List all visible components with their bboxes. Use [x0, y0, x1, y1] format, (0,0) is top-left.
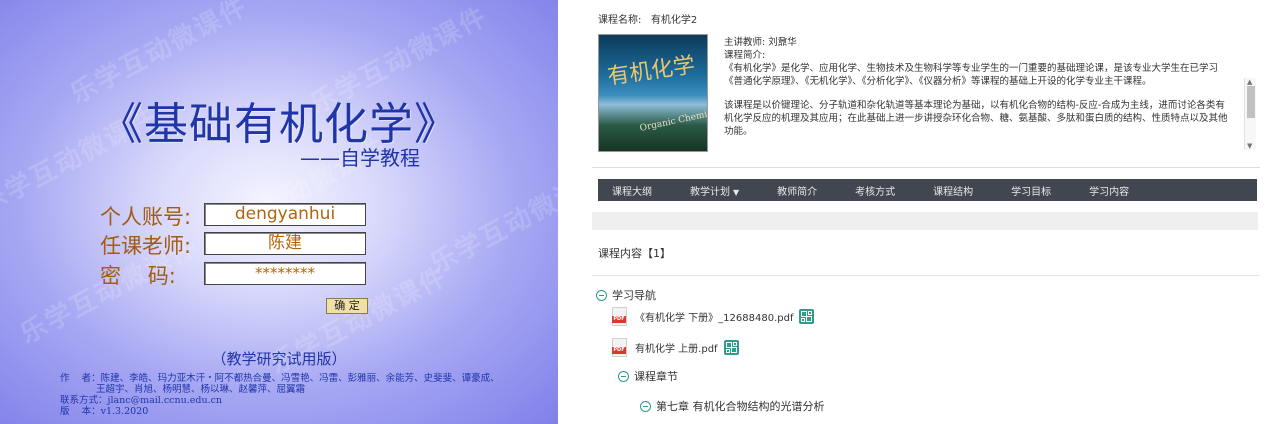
confirm-button[interactable]: 确 定: [326, 298, 368, 314]
file-name[interactable]: 有机化学 上册.pdf: [635, 340, 718, 355]
collapse-icon[interactable]: [618, 370, 629, 382]
qr-code-icon[interactable]: [723, 340, 739, 355]
intro-scrollbar[interactable]: ▲ ▼: [1244, 78, 1256, 150]
login-splash-panel: 乐学互动微课件 乐学互动微课件 乐学互动微课件 乐学互动微课件 乐学互动微课件 …: [0, 0, 558, 424]
authors-line: 作 者：陈建、李皓、玛力亚木汗・阿不都热合曼、冯雪艳、冯雷、彭雅丽、余能芳、史斐…: [60, 373, 500, 384]
course-info: 主讲教师: 刘鼐华 课程简介: 《有机化学》是化学、应用化学、生物技术及生物科学…: [724, 36, 1256, 150]
nav-tab-teacher-intro[interactable]: 教师简介: [777, 183, 817, 198]
qr-code-icon[interactable]: [799, 309, 815, 324]
authors-line: 王超宇、肖旭、杨明慧、杨以琳、赵馨萍、屈翼霜: [96, 384, 306, 395]
divider: [592, 275, 1260, 276]
nav-tab-outline[interactable]: 课程大纲: [612, 183, 652, 198]
teacher-label: 主讲教师:: [724, 37, 766, 48]
course-name: 课程名称: 有机化学2: [598, 11, 697, 26]
nav-tab-objectives[interactable]: 学习目标: [1011, 183, 1051, 198]
nav-tab-assessment[interactable]: 考核方式: [855, 183, 895, 198]
course-main-title: 《基础有机化学》: [99, 99, 459, 150]
teacher-label: 任课老师:: [100, 234, 192, 258]
cover-title-en: Organic Chemistry: [638, 106, 708, 134]
nav-tab-content[interactable]: 学习内容: [1089, 183, 1129, 198]
password-label: 密 码:: [100, 264, 176, 288]
cover-title-cn: 有机化学: [606, 52, 697, 90]
course-name-value: 有机化学2: [650, 15, 698, 26]
pdf-file-icon: PDF: [612, 338, 627, 357]
pdf-file-icon: PDF: [612, 307, 627, 326]
watermark-text: 乐学互动微课件: [425, 161, 558, 280]
intro-paragraph: 《有机化学》是化学、应用化学、生物技术及生物科学等专业学生的一门重要的基础理论课…: [724, 63, 1219, 87]
collapse-icon[interactable]: [640, 400, 651, 412]
intro-label: 课程简介:: [724, 50, 766, 61]
course-page: 课程名称: 有机化学2 有机化学 Organic Chemistry 主讲教师:…: [590, 0, 1269, 424]
divider: [592, 167, 1260, 168]
teacher-line: 主讲教师: 刘鼐华: [724, 36, 1256, 49]
password-input[interactable]: ********: [204, 262, 366, 285]
tree-node-label: 学习导航: [612, 289, 656, 302]
course-name-label: 课程名称:: [598, 15, 642, 26]
edition-label: （教学研究试用版）: [211, 350, 347, 368]
scroll-thumb[interactable]: [1247, 86, 1255, 118]
nav-tab-structure[interactable]: 课程结构: [933, 183, 973, 198]
scroll-down-icon[interactable]: ▼: [1247, 142, 1252, 150]
account-input[interactable]: dengyanhui: [204, 203, 366, 226]
collapse-icon[interactable]: [596, 289, 607, 301]
intro-paragraph: 该课程是以价键理论、分子轨道和杂化轨道等基本理论为基础，以有机化合物的结构-反应…: [724, 100, 1228, 137]
nav-tab-label: 教学计划: [690, 186, 730, 198]
nav-tab-teaching-plan[interactable]: 教学计划 ▼: [690, 183, 739, 198]
toolbar-strip: [592, 212, 1258, 230]
tree-node-guide[interactable]: 学习导航: [596, 287, 656, 303]
contact-line: 联系方式：jlanc@mail.ccnu.edu.cn: [60, 395, 223, 406]
tree-node-chapters[interactable]: 课程章节: [618, 368, 678, 384]
file-name[interactable]: 《有机化学 下册》_12688480.pdf: [635, 309, 793, 324]
file-item-pdf[interactable]: PDF 有机化学 上册.pdf: [612, 338, 739, 357]
course-cover-image: 有机化学 Organic Chemistry: [598, 34, 708, 152]
tree-node-label: 课程章节: [634, 370, 678, 383]
teacher-input[interactable]: 陈建: [204, 232, 366, 255]
tree-node-chapter7[interactable]: 第七章 有机化合物结构的光谱分析: [640, 398, 825, 414]
file-item-pdf[interactable]: PDF 《有机化学 下册》_12688480.pdf: [612, 307, 815, 326]
tree-node-label: 第七章 有机化合物结构的光谱分析: [656, 400, 825, 413]
version-line: 版 本：v1.3.2020: [60, 406, 149, 417]
account-label: 个人账号:: [100, 205, 192, 229]
course-nav-bar: 课程大纲 教学计划 ▼ 教师简介 考核方式 课程结构 学习目标 学习内容: [598, 179, 1257, 201]
caret-down-icon: ▼: [733, 187, 740, 197]
scroll-up-icon[interactable]: ▲: [1247, 78, 1252, 86]
teacher-value: 刘鼐华: [768, 37, 797, 48]
course-subtitle: ——自学教程: [300, 146, 420, 170]
content-heading: 课程内容【1】: [598, 247, 671, 260]
